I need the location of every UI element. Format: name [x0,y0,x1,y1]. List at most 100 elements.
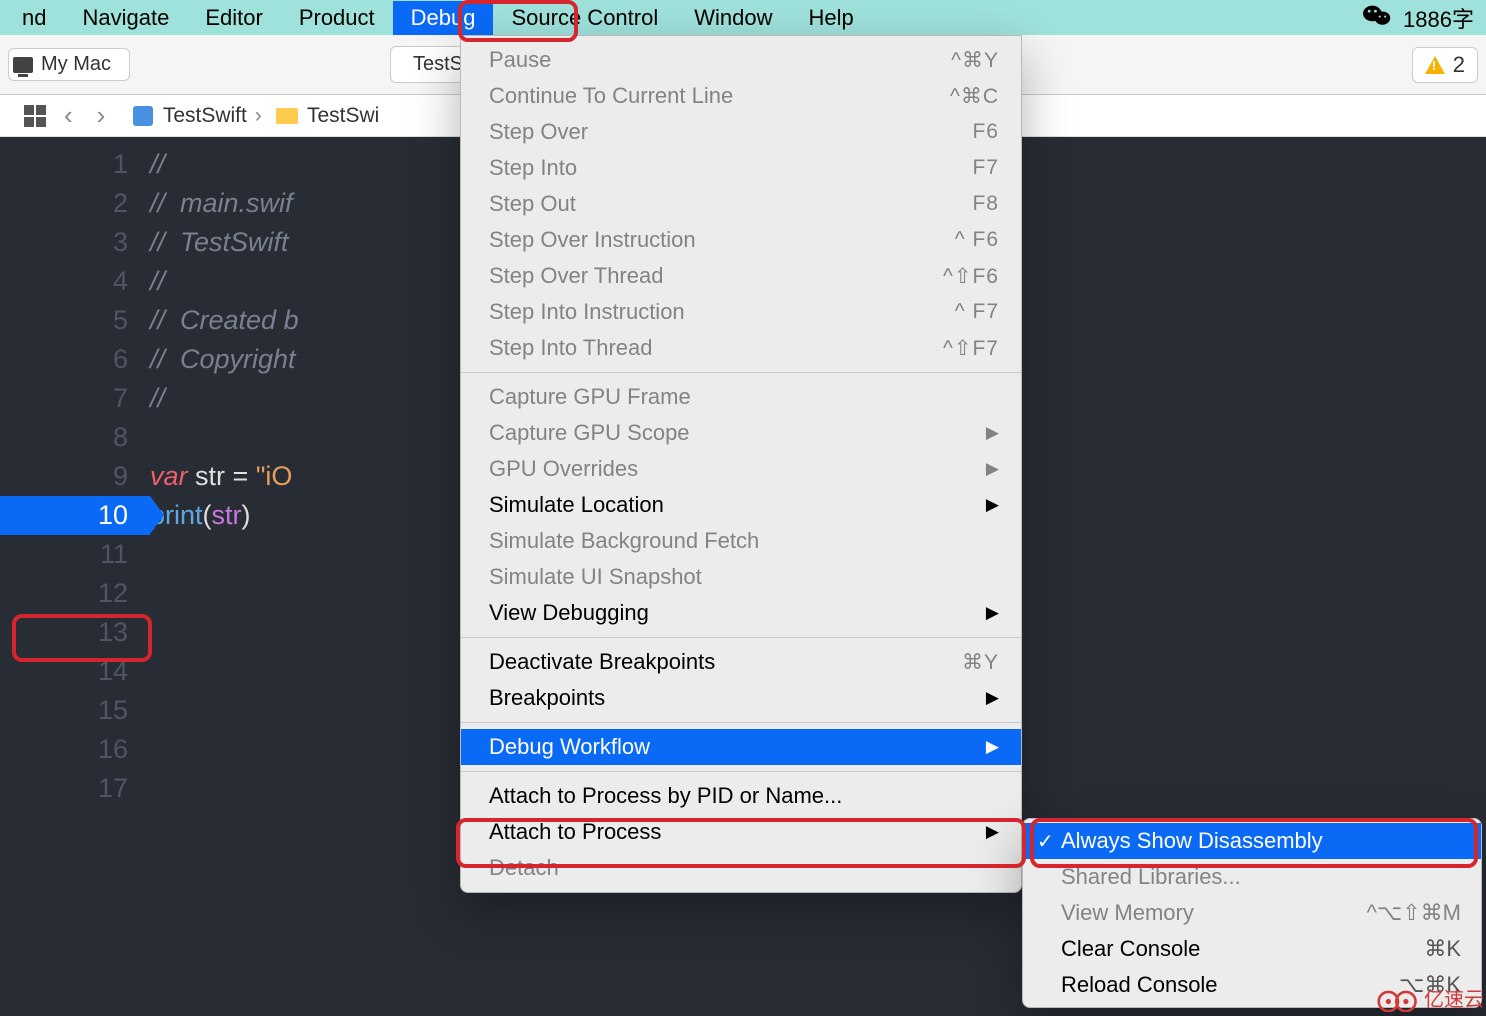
shortcut: ^⌥⇧⌘M [1367,900,1461,926]
shortcut: ⌘Y [962,650,999,675]
line-number[interactable]: 6 [0,340,150,379]
monitor-icon [13,57,33,73]
line-number[interactable]: 5 [0,301,150,340]
menu-item-label: Step Into [489,155,972,181]
shortcut: ⌘K [1424,936,1461,962]
shortcut: F7 [972,156,999,180]
menu-item-debug-workflow[interactable]: Debug Workflow▶ [461,729,1021,765]
line-gutter[interactable]: 1234567891011121314151617 [0,137,150,1016]
menu-item-step-over-instruction: Step Over Instruction^ F6 [461,222,1021,258]
menu-item-editor[interactable]: Editor [187,1,280,35]
submenu-item-label: Always Show Disassembly [1061,828,1461,854]
line-number[interactable]: 16 [0,730,150,769]
menubar: nd Navigate Editor Product Debug Source … [0,0,1486,35]
menu-item-label: Pause [489,47,951,73]
submenu-arrow-icon: ▶ [986,822,999,842]
submenu-arrow-icon: ▶ [986,495,999,515]
menu-item-detach: Detach [461,850,1021,886]
line-number[interactable]: 15 [0,691,150,730]
menu-item-simulate-background-fetch: Simulate Background Fetch [461,523,1021,559]
menu-item-help[interactable]: Help [790,1,871,35]
menu-item-pause: Pause^⌘Y [461,42,1021,78]
submenu-item-view-memory: View Memory^⌥⇧⌘M [1023,895,1481,931]
debug-menu-dropdown: Pause^⌘Y Continue To Current Line^⌘C Step … [460,35,1022,893]
submenu-item-label: Clear Console [1061,936,1424,962]
issues-indicator[interactable]: 2 [1412,47,1478,83]
shortcut: ^⌘C [950,84,999,109]
run-destination[interactable]: My Mac [8,48,130,81]
submenu-item-clear-console[interactable]: Clear Console⌘K [1023,931,1481,967]
menu-item-nd[interactable]: nd [4,1,64,35]
menu-item-attach-to-process-by-pid-or-name-[interactable]: Attach to Process by PID or Name... [461,778,1021,814]
line-number[interactable]: 13 [0,613,150,652]
back-button[interactable]: ‹ [58,100,79,131]
shortcut: ^ F6 [955,228,999,252]
wechat-icon[interactable] [1363,3,1391,33]
issue-count: 2 [1453,52,1465,78]
related-items-icon[interactable] [24,105,46,127]
submenu-arrow-icon: ▶ [986,423,999,443]
line-number[interactable]: 4 [0,262,150,301]
menu-item-breakpoints[interactable]: Breakpoints▶ [461,680,1021,716]
shortcut: F6 [972,120,999,144]
menu-item-label: Simulate Background Fetch [489,528,999,554]
watermark: 亿速云 [1376,983,1484,1012]
watermark-text: 亿速云 [1424,983,1484,1012]
warning-icon [1425,56,1445,74]
menu-item-capture-gpu-scope: Capture GPU Scope▶ [461,415,1021,451]
folder-icon [276,108,298,124]
menu-item-attach-to-process[interactable]: Attach to Process▶ [461,814,1021,850]
status-text: 1886字 [1403,2,1474,34]
shortcut: ^ F7 [955,300,999,324]
menu-item-source-control[interactable]: Source Control [493,1,676,35]
menu-item-step-out: Step OutF8 [461,186,1021,222]
menu-item-navigate[interactable]: Navigate [64,1,187,35]
run-destination-label: My Mac [41,53,111,76]
menu-item-label: Continue To Current Line [489,83,950,109]
menu-item-simulate-ui-snapshot: Simulate UI Snapshot [461,559,1021,595]
submenu-arrow-icon: ▶ [986,459,999,479]
line-number[interactable]: 3 [0,223,150,262]
menu-item-product[interactable]: Product [281,1,393,35]
debug-workflow-submenu: ✓Always Show Disassembly Shared Libraries… [1022,818,1482,1008]
submenu-arrow-icon: ▶ [986,688,999,708]
line-number[interactable]: 8 [0,418,150,457]
chevron-right-icon: › [255,104,262,127]
submenu-item-always-show-disassembly[interactable]: ✓Always Show Disassembly [1023,823,1481,859]
line-number[interactable]: 1 [0,145,150,184]
line-number[interactable]: 11 [0,535,150,574]
line-number[interactable]: 9 [0,457,150,496]
breadcrumb[interactable]: TestSwift › TestSwi [133,104,379,128]
menu-item-window[interactable]: Window [676,1,790,35]
menu-item-label: Capture GPU Scope [489,420,986,446]
submenu-item-label: Shared Libraries... [1061,864,1461,890]
line-number[interactable]: 14 [0,652,150,691]
menu-item-label: Simulate Location [489,492,986,518]
menu-item-label: Deactivate Breakpoints [489,649,962,675]
line-number[interactable]: 7 [0,379,150,418]
menu-item-label: Step Out [489,191,972,217]
forward-button[interactable]: › [91,100,112,131]
menu-item-label: Breakpoints [489,685,986,711]
line-number[interactable]: 17 [0,769,150,808]
submenu-arrow-icon: ▶ [986,603,999,623]
menu-item-simulate-location[interactable]: Simulate Location▶ [461,487,1021,523]
menu-item-capture-gpu-frame: Capture GPU Frame [461,379,1021,415]
menu-item-label: Step Into Instruction [489,299,955,325]
menu-item-deactivate-breakpoints[interactable]: Deactivate Breakpoints⌘Y [461,644,1021,680]
project-icon [133,106,153,126]
menu-item-label: Simulate UI Snapshot [489,564,999,590]
menu-item-label: Step Over Thread [489,263,943,289]
menu-item-step-into: Step IntoF7 [461,150,1021,186]
menu-item-view-debugging[interactable]: View Debugging▶ [461,595,1021,631]
line-number[interactable]: 2 [0,184,150,223]
menu-item-label: Step Into Thread [489,335,943,361]
menu-item-label: Attach to Process by PID or Name... [489,783,999,809]
menu-item-label: View Debugging [489,600,986,626]
line-number[interactable]: 12 [0,574,150,613]
menu-item-debug[interactable]: Debug [393,1,494,35]
line-number[interactable]: 10 [0,496,150,535]
menu-item-label: Attach to Process [489,819,986,845]
check-icon: ✓ [1037,829,1061,854]
submenu-item-shared-libraries-: Shared Libraries... [1023,859,1481,895]
